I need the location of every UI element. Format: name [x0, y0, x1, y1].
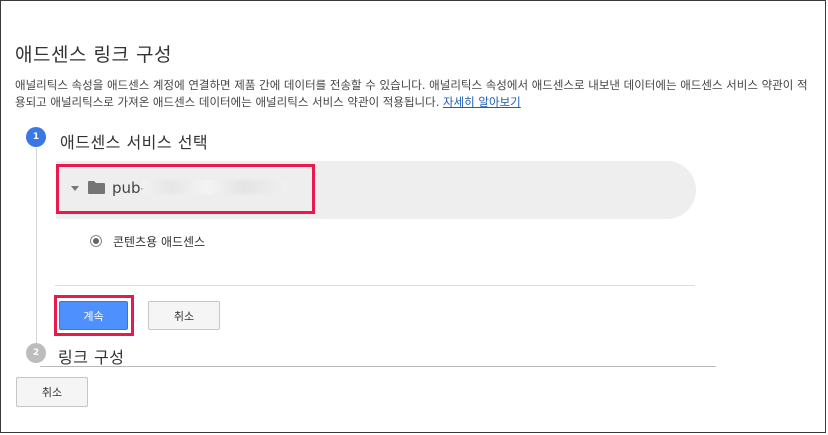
continue-button[interactable]: 계속: [59, 301, 128, 330]
step-2-indicator: 2: [26, 343, 46, 363]
radio-label: 콘텐츠용 애드센스: [113, 235, 206, 249]
description-text: 애널리틱스 속성을 애드센스 계정에 연결하면 제품 간에 데이터를 전송할 수…: [15, 78, 808, 109]
page-description: 애널리틱스 속성을 애드센스 계정에 연결하면 제품 간에 데이터를 전송할 수…: [15, 77, 810, 111]
learn-more-link[interactable]: 자세히 알아보기: [443, 95, 521, 109]
page-title: 애드센스 링크 구성: [15, 44, 172, 66]
caret-down-icon[interactable]: [71, 186, 79, 191]
step-1-title: 애드센스 서비스 선택: [60, 133, 209, 152]
step-2-title: 링크 구성: [58, 348, 125, 367]
radio-adsense-content[interactable]: [90, 235, 102, 247]
folder-icon: [88, 181, 105, 194]
step-1-indicator: 1: [26, 127, 46, 147]
cancel-button[interactable]: 취소: [16, 377, 88, 407]
stepper-line: [36, 148, 37, 345]
divider: [55, 285, 695, 286]
footer-divider: [40, 366, 716, 367]
step-cancel-button[interactable]: 취소: [148, 301, 220, 330]
redacted-account-number: [142, 180, 287, 194]
account-id: pub-: [112, 179, 146, 197]
